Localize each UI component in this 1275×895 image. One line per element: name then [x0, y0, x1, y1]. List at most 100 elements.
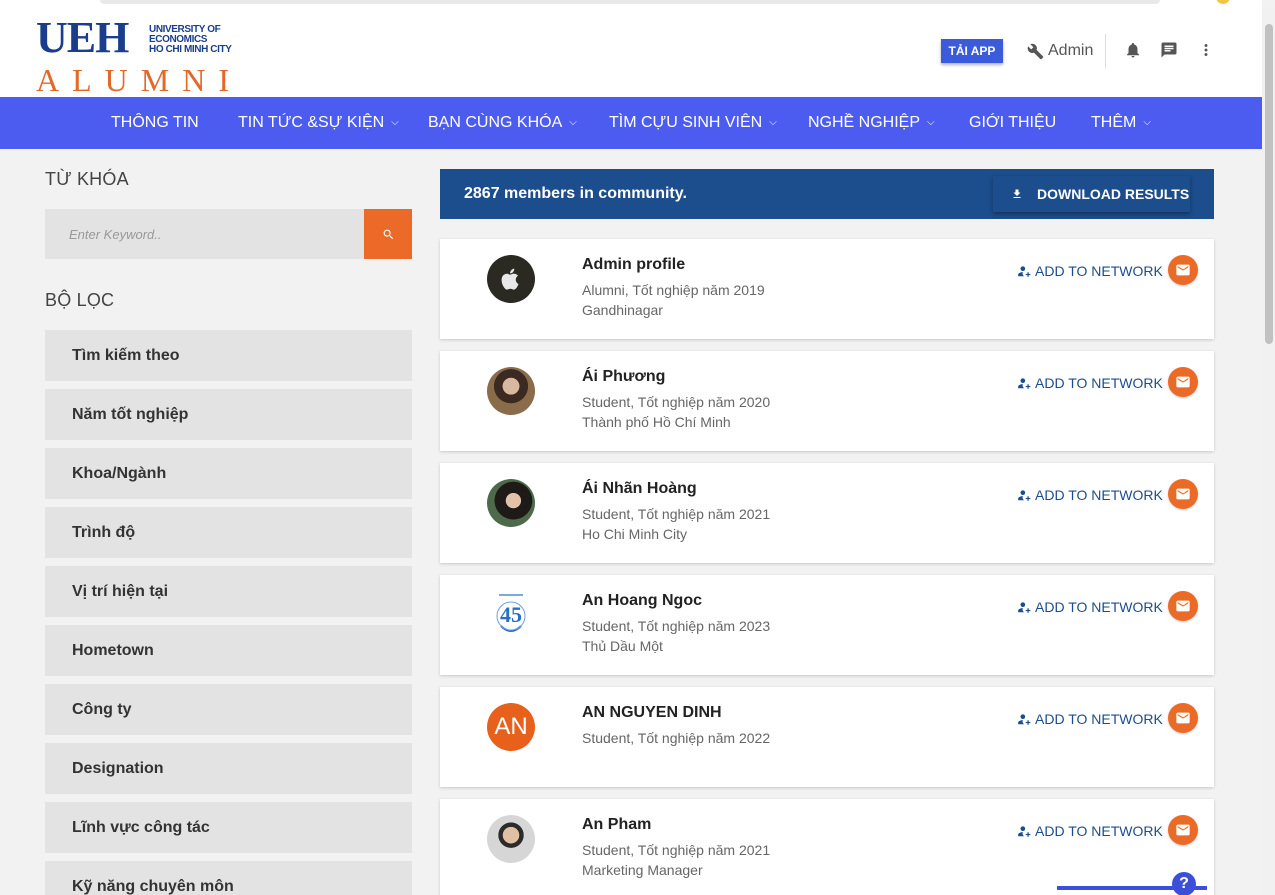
add-to-network-button[interactable]: ADD TO NETWORK — [1017, 263, 1163, 279]
member-meta: Student, Tốt nghiệp năm 2021 — [582, 506, 771, 522]
add-to-network-button[interactable]: ADD TO NETWORK — [1017, 375, 1163, 391]
nav-label: GIỚI THIỆU — [969, 114, 1057, 131]
member-card[interactable]: AN AN NGUYEN DINH Student, Tốt nghiệp nă… — [440, 687, 1214, 787]
nav-label: TIN TỨC &SỰ KIỆN — [238, 114, 385, 131]
download-results-button[interactable]: DOWNLOAD RESULTS — [993, 176, 1190, 212]
avatar — [487, 479, 535, 527]
member-meta: Student, Tốt nghiệp năm 2022 — [582, 730, 771, 746]
search-icon — [383, 229, 393, 239]
member-meta: Student, Tốt nghiệp năm 2020 — [582, 394, 771, 410]
person-add-icon — [1018, 602, 1031, 613]
keyword-label: TỪ KHÓA — [45, 169, 129, 189]
member-name[interactable]: An Pham — [582, 816, 651, 834]
add-to-network-label: ADD TO NETWORK — [1035, 263, 1163, 279]
chat-icon[interactable] — [1160, 41, 1178, 59]
message-button[interactable] — [1168, 815, 1198, 845]
admin-label: Admin — [1048, 42, 1094, 59]
filter-nam-tot-nghiep[interactable]: Năm tốt nghiệp — [45, 389, 412, 440]
filter-tim-kiem-theo[interactable]: Tìm kiếm theo — [45, 330, 412, 381]
mail-icon — [1176, 488, 1190, 500]
logo-university-text: UNIVERSITY OF ECONOMICS HO CHI MINH CITY — [149, 25, 249, 55]
avatar-initials: AN — [487, 703, 535, 751]
person-add-icon — [1018, 378, 1031, 389]
mail-icon — [1176, 264, 1190, 276]
mail-icon — [1176, 600, 1190, 612]
avatar: 45 — [487, 591, 535, 639]
filter-cong-ty[interactable]: Công ty — [45, 684, 412, 735]
message-button[interactable] — [1168, 255, 1198, 285]
member-location: Gandhinagar — [582, 302, 663, 318]
nav-item-thong-tin[interactable]: THÔNG TIN — [111, 97, 199, 149]
person-add-icon — [1018, 266, 1031, 277]
nav-item-tin-tuc[interactable]: TIN TỨC &SỰ KIỆN ⌵ — [238, 97, 399, 149]
nav-item-tim-cuu-sinh-vien[interactable]: TÌM CỰU SINH VIÊN ⌵ — [609, 97, 777, 149]
person-add-icon — [1018, 826, 1031, 837]
filter-designation[interactable]: Designation — [45, 743, 412, 794]
main-nav: THÔNG TIN TIN TỨC &SỰ KIỆN ⌵ BẠN CÙNG KHÓ… — [0, 97, 1262, 149]
member-card[interactable]: Ái Phương Student, Tốt nghiệp năm 2020 T… — [440, 351, 1214, 451]
site-header: UEH UNIVERSITY OF ECONOMICS HO CHI MINH … — [0, 8, 1262, 97]
nav-item-ban-cung-khoa[interactable]: BẠN CÙNG KHÓA ⌵ — [428, 97, 577, 149]
filter-linh-vuc-cong-tac[interactable]: Lĩnh vực công tác — [45, 802, 412, 853]
add-to-network-button[interactable]: ADD TO NETWORK — [1017, 599, 1163, 615]
bell-icon[interactable] — [1124, 41, 1142, 59]
filter-khoa-nganh[interactable]: Khoa/Ngành — [45, 448, 412, 499]
message-button[interactable] — [1168, 703, 1198, 733]
member-card[interactable]: An Pham Student, Tốt nghiệp năm 2021 Mar… — [440, 799, 1214, 895]
member-card[interactable]: Ái Nhãn Hoàng Student, Tốt nghiệp năm 20… — [440, 463, 1214, 563]
add-to-network-label: ADD TO NETWORK — [1035, 599, 1163, 615]
add-to-network-label: ADD TO NETWORK — [1035, 711, 1163, 727]
mail-icon — [1176, 376, 1190, 388]
nav-item-them[interactable]: THÊM ⌵ — [1091, 97, 1151, 149]
nav-label: NGHỀ NGHIỆP — [808, 114, 921, 131]
member-count: 2867 members in community. — [464, 185, 687, 202]
help-button[interactable]: ? — [1172, 872, 1196, 895]
page-scrollbar[interactable] — [1262, 8, 1275, 895]
message-button[interactable] — [1168, 591, 1198, 621]
person-add-icon — [1018, 490, 1031, 501]
member-name[interactable]: An Hoang Ngoc — [582, 592, 702, 610]
admin-menu[interactable]: Admin — [1027, 40, 1093, 62]
ueh-alumni-logo[interactable]: UEH UNIVERSITY OF ECONOMICS HO CHI MINH … — [36, 16, 249, 98]
results-banner: 2867 members in community. DOWNLOAD RESU… — [440, 169, 1214, 219]
nav-item-gioi-thieu[interactable]: GIỚI THIỆU — [969, 97, 1056, 149]
member-name[interactable]: Admin profile — [582, 256, 685, 274]
download-app-button[interactable]: TẢI APP — [941, 39, 1003, 63]
mail-icon — [1176, 824, 1190, 836]
member-location: Marketing Manager — [582, 862, 703, 878]
filter-hometown[interactable]: Hometown — [45, 625, 412, 676]
more-vert-icon[interactable] — [1197, 41, 1215, 59]
add-to-network-button[interactable]: ADD TO NETWORK — [1017, 487, 1163, 503]
keyword-input[interactable] — [45, 209, 364, 259]
add-to-network-label: ADD TO NETWORK — [1035, 823, 1163, 839]
member-location: Thủ Dầu Một — [582, 638, 663, 654]
filter-vi-tri-hien-tai[interactable]: Vị trí hiện tại — [45, 566, 412, 617]
message-button[interactable] — [1168, 367, 1198, 397]
filter-label: BỘ LỌC — [45, 290, 115, 310]
filter-trinh-do[interactable]: Trình độ — [45, 507, 412, 558]
logo-alumni-text: ALUMNI — [36, 62, 242, 98]
member-card[interactable]: 45 An Hoang Ngoc Student, Tốt nghiệp năm… — [440, 575, 1214, 675]
add-to-network-label: ADD TO NETWORK — [1035, 375, 1163, 391]
member-name[interactable]: Ái Nhãn Hoàng — [582, 480, 697, 498]
add-to-network-button[interactable]: ADD TO NETWORK — [1017, 823, 1163, 839]
chevron-down-icon: ⌵ — [1143, 117, 1151, 128]
download-results-label: DOWNLOAD RESULTS — [1037, 186, 1190, 202]
search-button[interactable] — [364, 209, 412, 259]
nav-item-nghe-nghiep[interactable]: NGHỀ NGHIỆP ⌵ — [808, 97, 935, 149]
add-to-network-button[interactable]: ADD TO NETWORK — [1017, 711, 1163, 727]
scrollbar-thumb[interactable] — [1265, 24, 1273, 344]
chevron-down-icon: ⌵ — [769, 117, 777, 128]
address-bar-edge — [100, 0, 1160, 4]
download-icon — [1013, 189, 1021, 198]
person-add-icon — [1018, 714, 1031, 725]
filter-ky-nang-chuyen-mon[interactable]: Kỹ năng chuyên môn — [45, 861, 412, 895]
member-name[interactable]: Ái Phương — [582, 368, 665, 386]
member-name[interactable]: AN NGUYEN DINH — [582, 704, 722, 722]
member-card[interactable]: Admin profile Alumni, Tốt nghiệp năm 201… — [440, 239, 1214, 339]
nav-label: BẠN CÙNG KHÓA — [428, 114, 563, 131]
header-separator — [1105, 34, 1106, 68]
add-to-network-label: ADD TO NETWORK — [1035, 487, 1163, 503]
mail-icon — [1176, 712, 1190, 724]
message-button[interactable] — [1168, 479, 1198, 509]
